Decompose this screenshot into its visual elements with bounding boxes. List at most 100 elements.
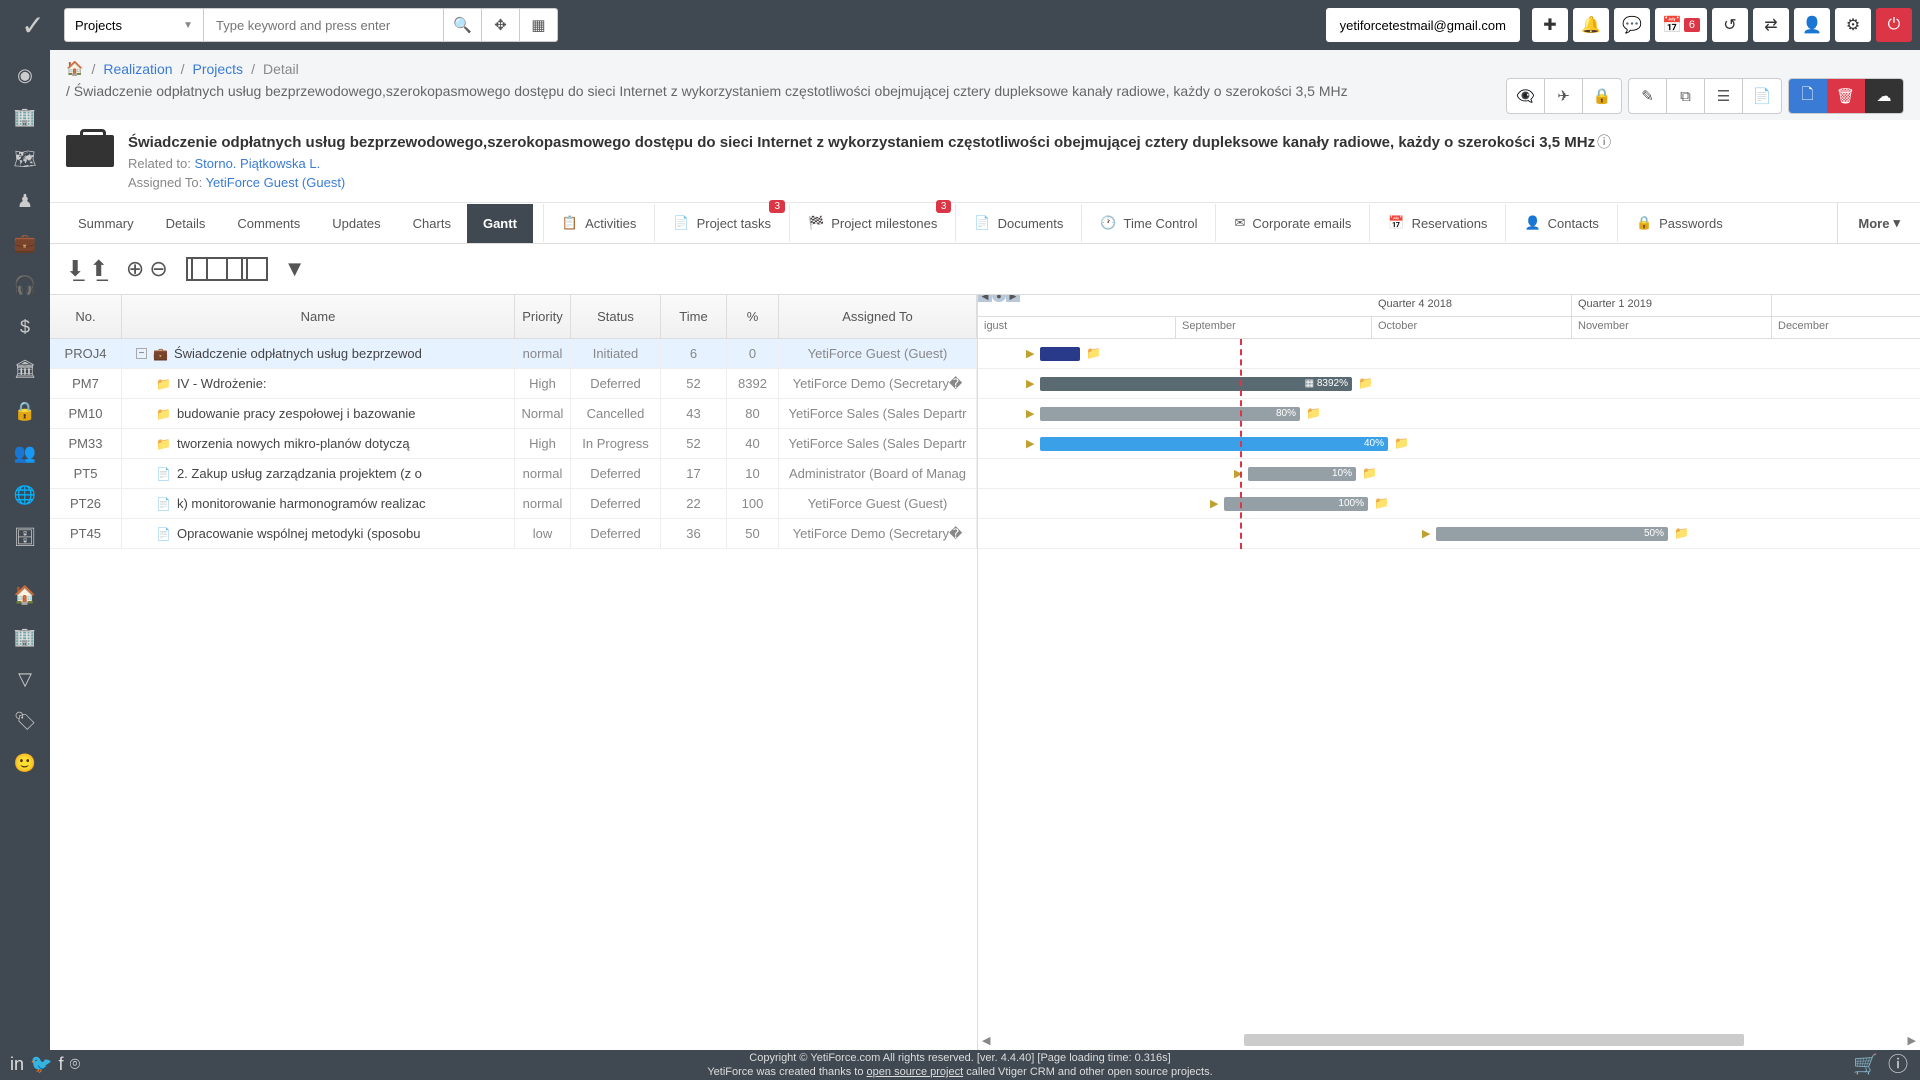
- tab-charts[interactable]: Charts: [397, 204, 467, 243]
- reltab-passwords[interactable]: 🔒Passwords: [1617, 204, 1741, 242]
- col-status[interactable]: Status: [571, 295, 661, 338]
- nav-support[interactable]: ♟: [8, 184, 42, 218]
- tab-gantt[interactable]: Gantt: [467, 204, 533, 243]
- fulltext-button[interactable]: ✥: [482, 8, 520, 42]
- gantt-bar[interactable]: 100%: [1224, 497, 1368, 511]
- table-row[interactable]: PROJ4 − 💼 Świadczenie odpłatnych usług b…: [50, 339, 977, 369]
- reltab-documents[interactable]: 📄Documents: [955, 204, 1081, 242]
- calendar-button[interactable]: 📅6: [1655, 8, 1707, 42]
- timeline-today[interactable]: ●: [992, 295, 1006, 302]
- nav-companies[interactable]: 🏢: [8, 100, 42, 134]
- module-selector[interactable]: Projects ▼: [64, 8, 204, 42]
- nav-building[interactable]: 🏢: [8, 620, 42, 654]
- send-button[interactable]: ✈: [1545, 79, 1583, 113]
- zoom-in-button[interactable]: ⊕: [126, 256, 144, 282]
- nav-world[interactable]: 🌐: [8, 478, 42, 512]
- breadcrumb-realization[interactable]: Realization: [103, 61, 172, 77]
- tab-summary[interactable]: Summary: [62, 204, 150, 243]
- user-button[interactable]: 👤: [1794, 8, 1830, 42]
- col-assigned[interactable]: Assigned To: [779, 295, 977, 338]
- facebook-icon[interactable]: f: [58, 1053, 63, 1076]
- scroll-thumb[interactable]: [1244, 1034, 1744, 1046]
- reltab-emails[interactable]: ✉Corporate emails: [1215, 204, 1369, 242]
- nav-campaigns[interactable]: 🗺: [8, 142, 42, 176]
- archive-button[interactable]: 🗋: [1789, 79, 1827, 113]
- list-button[interactable]: ☰: [1705, 79, 1743, 113]
- related-link[interactable]: Storno. Piątkowska L.: [195, 156, 321, 171]
- reltab-reservations[interactable]: 📅Reservations: [1369, 204, 1505, 242]
- collapse-icon[interactable]: −: [136, 348, 147, 359]
- tab-updates[interactable]: Updates: [316, 204, 396, 243]
- gantt-bar[interactable]: 40%: [1040, 437, 1388, 451]
- hide-button[interactable]: 👁‍🗨: [1507, 79, 1545, 113]
- search-input[interactable]: [204, 8, 444, 42]
- app-logo[interactable]: ✓: [8, 0, 58, 50]
- export-button[interactable]: ☁: [1865, 79, 1903, 113]
- gantt-bar[interactable]: [1040, 347, 1080, 361]
- col-name[interactable]: Name: [122, 295, 515, 338]
- scroll-right[interactable]: ▶: [1908, 1034, 1916, 1047]
- reminders-button[interactable]: 🔔: [1573, 8, 1609, 42]
- layout-center-button[interactable]: [206, 257, 228, 281]
- scroll-left[interactable]: ◀: [982, 1034, 990, 1047]
- cart-icon[interactable]: 🛒: [1853, 1052, 1878, 1078]
- col-pct[interactable]: %: [727, 295, 779, 338]
- reltab-project-tasks[interactable]: 📄Project tasks3: [654, 204, 789, 242]
- user-email[interactable]: yetiforcetestmail@gmail.com: [1326, 8, 1520, 42]
- reltab-project-milestones[interactable]: 🏁Project milestones3: [789, 204, 955, 242]
- add-button[interactable]: ✚: [1532, 8, 1568, 42]
- layout-left-button[interactable]: [186, 257, 208, 281]
- nav-database[interactable]: 🗄: [8, 520, 42, 554]
- table-row[interactable]: PM7 📁 IV - Wdrożenie: High Deferred 52 8…: [50, 369, 977, 399]
- reltab-timecontrol[interactable]: 🕐Time Control: [1081, 204, 1215, 242]
- timeline-next[interactable]: ▶: [1006, 295, 1020, 302]
- gantt-bar[interactable]: 50%: [1436, 527, 1668, 541]
- breadcrumb-home[interactable]: 🏠: [66, 60, 83, 77]
- delete-button[interactable]: 🗑: [1827, 79, 1865, 113]
- zoom-out-button[interactable]: ⊖: [149, 256, 167, 282]
- kanban-button[interactable]: ▦: [520, 8, 558, 42]
- linkedin-icon[interactable]: in: [10, 1053, 24, 1076]
- filter-button[interactable]: ▼: [284, 256, 306, 282]
- nav-security[interactable]: 🔒: [8, 394, 42, 428]
- settings-button[interactable]: ⚙: [1835, 8, 1871, 42]
- nav-helpdesk[interactable]: 🎧: [8, 268, 42, 302]
- col-time[interactable]: Time: [661, 295, 727, 338]
- file-button[interactable]: 📄: [1743, 79, 1781, 113]
- nav-dashboard[interactable]: ◉: [8, 58, 42, 92]
- history-button[interactable]: ↺: [1712, 8, 1748, 42]
- timeline-prev[interactable]: ◀: [978, 295, 992, 302]
- table-row[interactable]: PT26 📄 k) monitorowanie harmonogramów re…: [50, 489, 977, 519]
- nav-finance[interactable]: $: [8, 310, 42, 344]
- nav-projects[interactable]: 💼: [8, 226, 42, 260]
- swap-button[interactable]: ⇄: [1753, 8, 1789, 42]
- breadcrumb-projects[interactable]: Projects: [192, 61, 243, 77]
- edit-button[interactable]: ✎: [1629, 79, 1667, 113]
- logout-button[interactable]: ⏻: [1876, 8, 1912, 42]
- table-row[interactable]: PT45 📄 Opracowanie wspólnej metodyki (sp…: [50, 519, 977, 549]
- collapse-all-button[interactable]: ⬆̲: [89, 256, 107, 282]
- col-no[interactable]: No.: [50, 295, 122, 338]
- expand-all-button[interactable]: ⬇̲: [66, 256, 84, 282]
- table-row[interactable]: PM10 📁 budowanie pracy zespołowej i bazo…: [50, 399, 977, 429]
- table-row[interactable]: PT5 📄 2. Zakup usług zarządzania projekt…: [50, 459, 977, 489]
- nav-profile[interactable]: 🙂: [8, 746, 42, 780]
- twitter-icon[interactable]: 🐦: [30, 1053, 52, 1076]
- nav-users[interactable]: 👥: [8, 436, 42, 470]
- layout-full-button[interactable]: [246, 257, 268, 281]
- gantt-bar[interactable]: 80%: [1040, 407, 1300, 421]
- help-icon[interactable]: ⓘ: [1888, 1052, 1908, 1078]
- tab-details[interactable]: Details: [150, 204, 222, 243]
- nav-assets[interactable]: 🏛: [8, 352, 42, 386]
- gantt-bar[interactable]: 10%: [1248, 467, 1356, 481]
- table-row[interactable]: PM33 📁 tworzenia nowych mikro-planów dot…: [50, 429, 977, 459]
- info-icon[interactable]: ⓘ: [1597, 134, 1611, 150]
- lock-button[interactable]: 🔒: [1583, 79, 1621, 113]
- github-icon[interactable]: ⌾: [69, 1053, 80, 1076]
- col-priority[interactable]: Priority: [515, 295, 571, 338]
- chat-button[interactable]: 💬: [1614, 8, 1650, 42]
- tab-more[interactable]: More ▾: [1837, 203, 1920, 243]
- tab-comments[interactable]: Comments: [221, 204, 316, 243]
- reltab-activities[interactable]: 📋Activities: [543, 204, 654, 242]
- nav-tags[interactable]: 🏷: [8, 704, 42, 738]
